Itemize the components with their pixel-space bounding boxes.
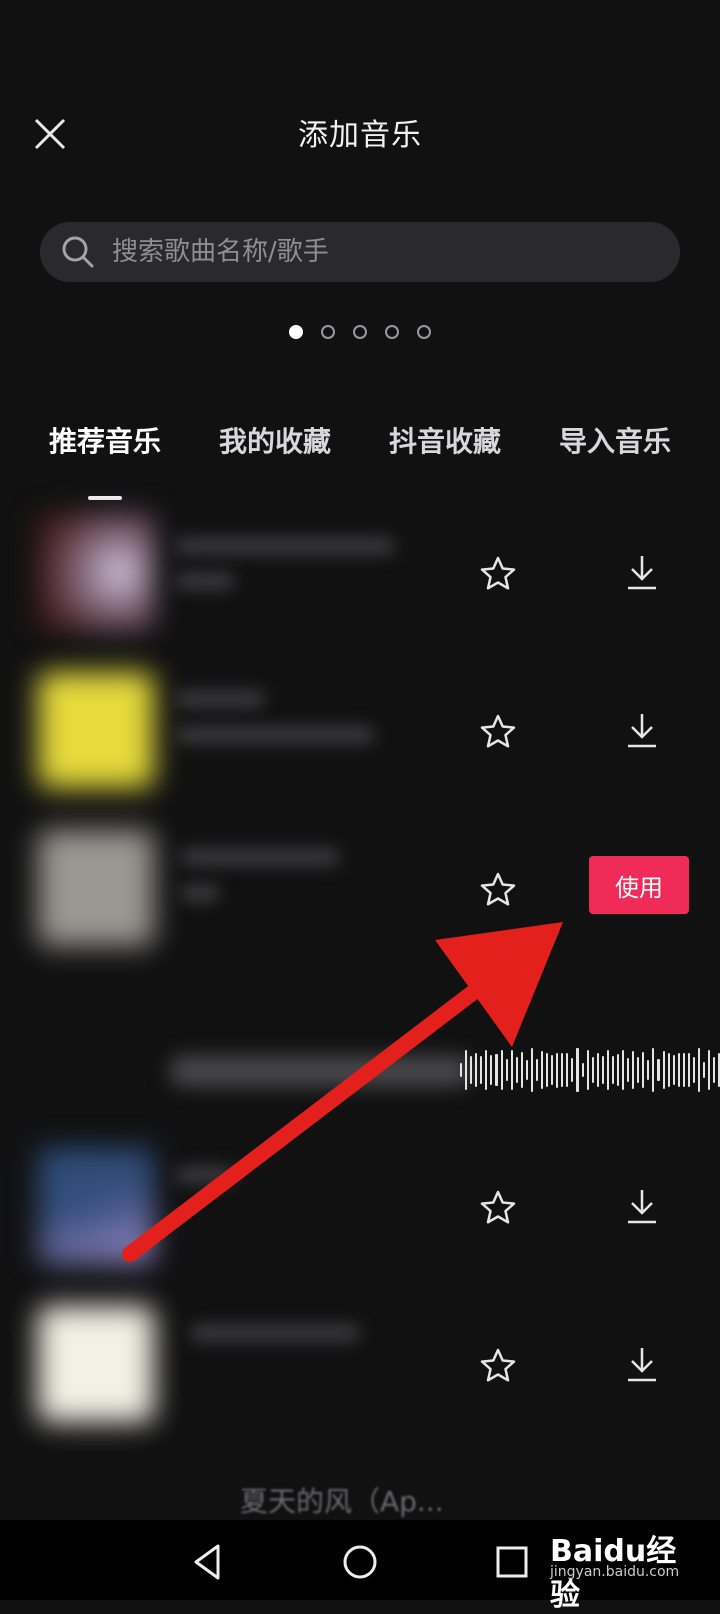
waveform-bar: [515, 1057, 518, 1083]
waveform-bar: [687, 1053, 690, 1087]
waveform-bar: [500, 1049, 503, 1091]
search-bar[interactable]: [40, 222, 680, 282]
waveform-bar: [480, 1055, 483, 1085]
waveform-bar: [601, 1055, 604, 1085]
waveform-bar: [652, 1048, 655, 1092]
waveform-bar: [591, 1056, 594, 1084]
waveform-bar: [495, 1054, 498, 1086]
track-title-blurred: [170, 1056, 470, 1086]
waveform-bar: [703, 1062, 706, 1078]
list-item[interactable]: [0, 1294, 720, 1434]
header: 添加音乐: [0, 92, 720, 172]
use-button[interactable]: 使用: [589, 856, 689, 914]
search-input[interactable]: [110, 236, 654, 268]
waveform-bar: [520, 1052, 523, 1088]
waveform-bar: [672, 1054, 675, 1086]
waveform-bar: [657, 1059, 660, 1081]
waveform-bar: [470, 1056, 473, 1084]
waveform-bar: [616, 1053, 619, 1087]
waveform-bar: [622, 1049, 625, 1091]
waveform-bar: [611, 1055, 614, 1085]
waveform-bar: [556, 1052, 559, 1088]
favorite-star-icon[interactable]: [478, 712, 518, 752]
tab-recommended[interactable]: 推荐音乐: [49, 420, 161, 480]
list-item-selected[interactable]: 使用: [0, 818, 720, 958]
waveform-bar: [692, 1057, 695, 1083]
waveform-bar: [551, 1054, 554, 1085]
favorite-star-icon[interactable]: [478, 1188, 518, 1228]
page-dot[interactable]: [417, 325, 431, 339]
album-cover: [38, 672, 154, 788]
tab-douyin-favorites[interactable]: 抖音收藏: [389, 420, 501, 480]
waveform-bar: [713, 1057, 716, 1083]
waveform-bar: [530, 1048, 533, 1092]
audio-waveform[interactable]: [460, 1046, 720, 1094]
watermark-url: jingyan.baidu.com: [550, 1564, 680, 1580]
home-circle-icon[interactable]: [338, 1540, 382, 1584]
waveform-bar: [697, 1048, 700, 1092]
waveform-bar: [708, 1050, 711, 1090]
page-dot[interactable]: [385, 325, 399, 339]
waveform-bar: [647, 1060, 650, 1080]
waveform-bar: [490, 1055, 493, 1085]
favorite-star-icon[interactable]: [478, 870, 518, 910]
tab-my-favorites[interactable]: 我的收藏: [219, 420, 331, 480]
download-icon[interactable]: [622, 1344, 662, 1384]
search-icon: [62, 236, 94, 268]
album-cover: [38, 830, 154, 946]
waveform-bar: [465, 1050, 468, 1090]
page-dot[interactable]: [321, 325, 335, 339]
waveform-bar: [606, 1049, 609, 1091]
waveform-bar: [627, 1058, 630, 1082]
list-item[interactable]: [0, 502, 720, 642]
waveform-bar: [541, 1051, 544, 1089]
waveform-bar: [525, 1059, 528, 1081]
favorite-star-icon[interactable]: [478, 554, 518, 594]
waveform-bar: [510, 1050, 513, 1090]
tab-import-music[interactable]: 导入音乐: [559, 420, 671, 480]
recent-apps-square-icon[interactable]: [490, 1540, 534, 1584]
list-item-title-partial: 夏天的风（Ap...: [240, 1485, 444, 1518]
waveform-bar: [677, 1052, 680, 1088]
favorite-star-icon[interactable]: [478, 1346, 518, 1386]
waveform-bar: [682, 1052, 685, 1088]
page-dot[interactable]: [353, 325, 367, 339]
page-title: 添加音乐: [298, 118, 422, 153]
download-icon[interactable]: [622, 1186, 662, 1226]
waveform-bar: [485, 1050, 488, 1090]
waveform-bar: [667, 1052, 670, 1088]
download-icon[interactable]: [622, 710, 662, 750]
waveform-bar: [596, 1052, 599, 1088]
waveform-bar: [546, 1052, 549, 1088]
baidu-watermark-logo: Baidu经验 jingyan.baidu.com: [550, 1522, 690, 1613]
waveform-bar: [505, 1058, 508, 1082]
album-cover: [38, 1306, 154, 1422]
waveform-bar: [460, 1063, 463, 1077]
waveform-bar: [632, 1050, 635, 1090]
waveform-bar: [662, 1051, 665, 1089]
waveform-bar: [566, 1053, 569, 1087]
page-indicator: [0, 325, 720, 339]
waveform-bar: [581, 1062, 584, 1078]
album-cover: [38, 1148, 154, 1264]
album-cover: [38, 514, 154, 630]
waveform-bar: [637, 1056, 640, 1084]
page-dot[interactable]: [289, 325, 303, 339]
waveform-bar: [576, 1048, 579, 1092]
waveform-bar: [571, 1057, 574, 1083]
list-item[interactable]: [0, 660, 720, 800]
list-item[interactable]: [0, 1136, 720, 1276]
waveform-bar: [475, 1052, 478, 1088]
waveform-bar: [586, 1050, 589, 1090]
back-triangle-icon[interactable]: [186, 1540, 230, 1584]
waveform-bar: [535, 1059, 538, 1081]
download-icon[interactable]: [622, 552, 662, 592]
waveform-bar: [561, 1053, 564, 1087]
music-tabs: 推荐音乐 我的收藏 抖音收藏 导入音乐: [0, 420, 720, 480]
waveform-bar: [642, 1052, 645, 1088]
